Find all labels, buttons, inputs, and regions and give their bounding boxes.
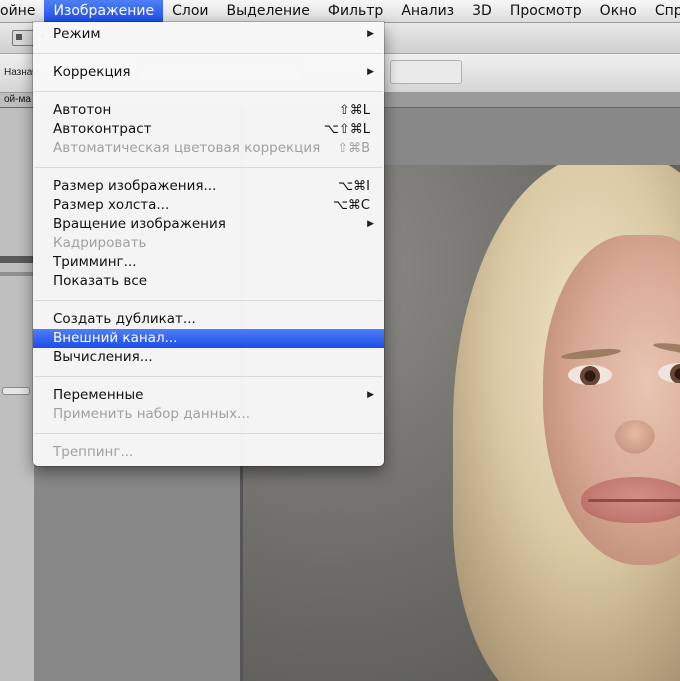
menu-item-label: Переменные [53,387,144,403]
menu-item-auto-contrast[interactable]: Автоконтраст ⌥⇧⌘L [33,120,384,139]
menu-separator [34,433,383,434]
menu-item-label: Показать все [53,273,148,289]
menu-edit[interactable]: ойне [0,0,44,22]
menu-item-label: Треппинг... [53,444,134,460]
menu-item-shortcut: ⇧⌘B [337,141,370,156]
photo-lip-line [588,499,680,502]
panel-divider [0,272,34,276]
menu-item-shortcut: ⌥⌘C [332,198,370,213]
menu-item-label: Размер холста... [53,197,170,213]
menu-filter[interactable]: Фильтр [319,0,392,22]
menu-item-reveal-all[interactable]: Показать все [33,272,384,291]
menu-item-label: Вращение изображения [53,216,226,232]
menu-separator [34,376,383,377]
menu-item-mode[interactable]: Режим ▶ [33,25,384,44]
menu-layers[interactable]: Слои [163,0,217,22]
menu-item-trim[interactable]: Тримминг... [33,253,384,272]
menu-item-calculations[interactable]: Вычисления... [33,348,384,367]
menu-item-label: Коррекция [53,64,131,80]
menu-item-apply-data-set: Применить набор данных... [33,405,384,424]
menu-item-shortcut: ⇧⌘L [338,103,370,118]
document-tab[interactable]: ой-ма [0,93,35,107]
menu-item-label: Создать дубликат... [53,311,196,327]
menu-select[interactable]: Выделение [218,0,319,22]
menu-item-adjustments[interactable]: Коррекция ▶ [33,63,384,82]
panel-slider[interactable] [2,387,30,395]
menu-item-variables[interactable]: Переменные ▶ [33,386,384,405]
image-menu-dropdown: Режим ▶ Коррекция ▶ Автотон ⇧⌘L Автоконт… [33,22,384,466]
menu-view[interactable]: Просмотр [501,0,591,22]
menu-item-label: Автоконтраст [53,121,152,137]
menu-item-image-rotation[interactable]: Вращение изображения ▶ [33,215,384,234]
menu-item-duplicate[interactable]: Создать дубликат... [33,310,384,329]
menu-window[interactable]: Окно [591,0,646,22]
submenu-arrow-icon: ▶ [367,29,374,39]
options-field[interactable] [390,60,462,84]
menu-3d[interactable]: 3D [463,0,501,22]
menu-item-trap: Треппинг... [33,443,384,462]
menu-separator [34,300,383,301]
menu-item-label: Размер изображения... [53,178,217,194]
menu-item-label: Кадрировать [53,235,147,251]
menu-item-label: Применить набор данных... [53,406,251,422]
photo-eye [568,365,612,385]
submenu-arrow-icon: ▶ [367,219,374,229]
menu-bar: ойне Изображение Слои Выделение Фильтр А… [0,0,680,23]
menu-item-label: Вычисления... [53,349,153,365]
menu-separator [34,167,383,168]
menu-help[interactable]: Справка [646,0,680,22]
menu-image[interactable]: Изображение [44,0,164,22]
menu-analysis[interactable]: Анализ [392,0,463,22]
menu-item-auto-color: Автоматическая цветовая коррекция ⇧⌘B [33,139,384,158]
submenu-arrow-icon: ▶ [367,67,374,77]
menu-item-canvas-size[interactable]: Размер холста... ⌥⌘C [33,196,384,215]
panel-divider [0,256,34,263]
menu-item-label: Автотон [53,102,112,118]
menu-item-label: Режим [53,26,101,42]
menu-separator [34,53,383,54]
photo-nose [615,420,655,454]
menu-item-label: Автоматическая цветовая коррекция [53,140,321,156]
menu-item-image-size[interactable]: Размер изображения... ⌥⌘I [33,177,384,196]
menu-item-shortcut: ⌥⌘I [338,179,370,194]
menu-item-shortcut: ⌥⇧⌘L [323,122,370,137]
menu-item-apply-image[interactable]: Внешний канал... [33,329,384,348]
menu-item-label: Тримминг... [53,254,137,270]
menu-separator [34,91,383,92]
submenu-arrow-icon: ▶ [367,390,374,400]
menu-item-label: Внешний канал... [53,330,178,346]
menu-item-auto-tone[interactable]: Автотон ⇧⌘L [33,101,384,120]
menu-item-crop: Кадрировать [33,234,384,253]
